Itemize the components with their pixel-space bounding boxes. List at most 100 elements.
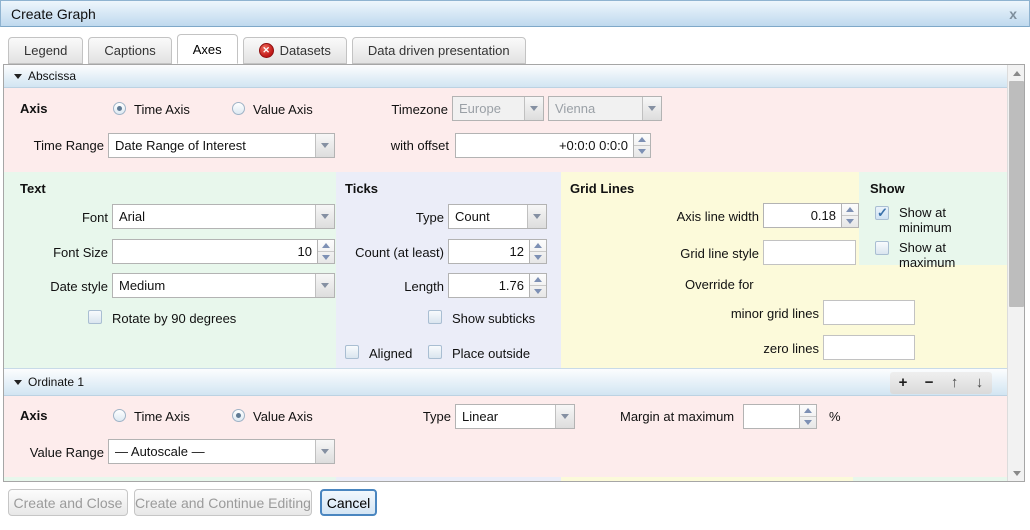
font-size-label: Font Size (53, 245, 108, 260)
ordinate-type-select[interactable]: Linear (455, 404, 575, 429)
tab-captions[interactable]: Captions (88, 37, 172, 64)
chevron-down-icon (315, 440, 334, 463)
ordinate-time-axis-label: Time Axis (134, 409, 190, 424)
ordinate-time-axis-radio[interactable] (113, 409, 126, 422)
date-style-select[interactable]: Medium (112, 273, 335, 298)
tab-data-driven-presentation[interactable]: Data driven presentation (351, 37, 526, 64)
grid-line-style-input[interactable] (763, 240, 856, 265)
spinner[interactable] (530, 273, 547, 298)
ordinate-value-axis-label: Value Axis (253, 409, 313, 424)
show-subticks-checkbox[interactable] (428, 310, 442, 324)
spin-up-icon[interactable] (800, 405, 816, 416)
margin-unit-label: % (829, 409, 841, 424)
grid-section-title: Grid Lines (570, 181, 635, 196)
close-icon[interactable]: x (1009, 6, 1017, 22)
tick-type-select[interactable]: Count (448, 204, 547, 229)
chevron-down-icon (524, 97, 543, 120)
place-outside-checkbox[interactable] (428, 345, 442, 359)
spin-down-icon[interactable] (842, 215, 858, 227)
tick-type-label: Type (415, 210, 444, 225)
spin-up-icon[interactable] (530, 274, 546, 285)
spinner[interactable] (634, 133, 651, 158)
tick-length-input[interactable]: 1.76 (448, 273, 547, 298)
spin-up-icon[interactable] (842, 204, 858, 215)
tick-count-label: Count (at least) (355, 245, 444, 260)
place-outside-label: Place outside (452, 346, 531, 361)
tick-count-input[interactable]: 12 (448, 239, 547, 264)
offset-input[interactable]: +0:0:0 0:0:0 (455, 133, 651, 158)
font-size-input[interactable]: 10 (112, 239, 335, 264)
show-at-minimum-checkbox[interactable] (875, 205, 889, 221)
dialog-titlebar: Create Graph x (0, 0, 1030, 27)
spin-up-icon[interactable] (634, 134, 650, 145)
show-section-title: Show (870, 181, 905, 196)
spinner[interactable] (318, 239, 335, 264)
next-section-sliver (853, 477, 1007, 481)
spin-down-icon[interactable] (530, 285, 546, 297)
scrollable-content: Abscissa Axis Time Axis Value Axis Timez… (4, 65, 1007, 481)
chevron-down-icon (527, 205, 546, 228)
minor-grid-lines-input[interactable] (823, 300, 915, 325)
spin-down-icon[interactable] (634, 145, 650, 157)
spin-up-icon[interactable] (318, 240, 334, 251)
time-range-select[interactable]: Date Range of Interest (108, 133, 335, 158)
chevron-down-icon (315, 134, 334, 157)
cancel-button[interactable]: Cancel (320, 489, 377, 516)
show-at-maximum-checkbox[interactable] (875, 241, 889, 255)
create-and-continue-button[interactable]: Create and Continue Editing (134, 489, 312, 516)
abscissa-section-header[interactable]: Abscissa (4, 65, 1007, 88)
scroll-up-icon[interactable] (1008, 65, 1025, 81)
chevron-down-icon (315, 205, 334, 228)
ordinate-value-axis-radio[interactable] (232, 409, 245, 422)
rotate-90-checkbox[interactable] (88, 310, 102, 324)
chevron-down-icon (642, 97, 661, 120)
timezone-city-select[interactable]: Vienna (548, 96, 662, 121)
error-icon: ✕ (258, 43, 274, 58)
ticks-section-bg (336, 172, 561, 368)
timezone-region-select[interactable]: Europe (452, 96, 544, 121)
timezone-label: Timezone (391, 102, 448, 117)
value-range-select[interactable]: — Autoscale — (108, 439, 335, 464)
spinner[interactable] (800, 404, 817, 429)
offset-label: with offset (390, 138, 449, 153)
move-down-button[interactable]: ↓ (976, 373, 984, 393)
create-and-close-button[interactable]: Create and Close (8, 489, 128, 516)
override-for-label: Override for (685, 277, 754, 292)
abscissa-value-axis-radio[interactable] (232, 102, 245, 115)
tab-datasets[interactable]: ✕ Datasets (242, 37, 347, 64)
collapse-caret-icon (14, 379, 22, 385)
move-up-button[interactable]: ↑ (951, 373, 959, 393)
abscissa-time-axis-label: Time Axis (134, 102, 190, 117)
spin-up-icon[interactable] (530, 240, 546, 251)
rotate-90-label: Rotate by 90 degrees (112, 311, 237, 326)
show-subticks-label: Show subticks (452, 311, 536, 326)
spin-down-icon[interactable] (530, 251, 546, 263)
abscissa-axis-label: Axis (20, 101, 48, 116)
spin-down-icon[interactable] (318, 251, 334, 263)
vertical-scrollbar[interactable] (1007, 65, 1024, 481)
abscissa-time-axis-radio[interactable] (113, 102, 126, 115)
abscissa-value-axis-label: Value Axis (253, 102, 313, 117)
grid-line-style-label: Grid line style (680, 246, 759, 261)
zero-lines-input[interactable] (823, 335, 915, 360)
spinner[interactable] (530, 239, 547, 264)
tab-legend[interactable]: Legend (8, 37, 84, 64)
remove-ordinate-button[interactable]: − (925, 373, 934, 393)
axis-line-width-input[interactable]: 0.18 (763, 203, 859, 228)
spinner[interactable] (842, 203, 859, 228)
spin-down-icon[interactable] (800, 416, 816, 428)
scrollbar-thumb[interactable] (1009, 81, 1024, 307)
margin-at-maximum-label: Margin at maximum (620, 409, 735, 424)
aligned-checkbox[interactable] (345, 345, 359, 359)
margin-at-maximum-input[interactable] (743, 404, 817, 429)
ordinate-toolbar: + − ↑ ↓ (890, 372, 992, 394)
value-range-label: Value Range (29, 445, 104, 460)
ordinate-section-header[interactable]: Ordinate 1 (4, 368, 1007, 396)
add-ordinate-button[interactable]: + (899, 373, 908, 393)
tick-length-label: Length (404, 279, 444, 294)
font-select[interactable]: Arial (112, 204, 335, 229)
scroll-down-icon[interactable] (1008, 465, 1025, 481)
next-section-sliver (336, 477, 561, 481)
tab-axes[interactable]: Axes (176, 34, 238, 64)
collapse-caret-icon (14, 73, 22, 79)
